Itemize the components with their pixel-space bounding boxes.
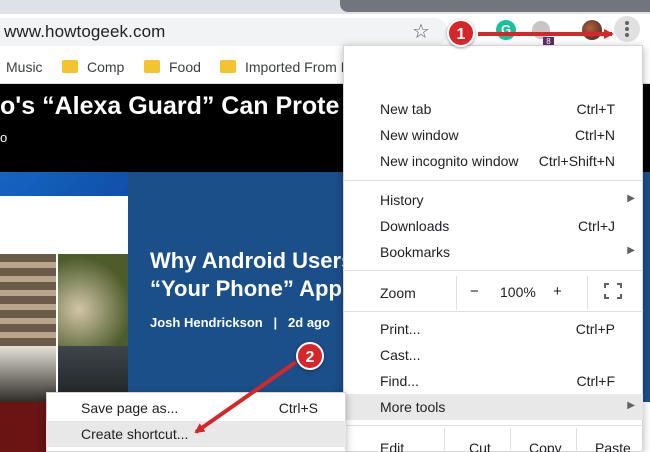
menu-item-cast[interactable]: Cast...	[343, 342, 643, 368]
menu-item-print[interactable]: Print... Ctrl+P	[343, 316, 643, 342]
menu-item-label: Save page as...	[81, 400, 179, 416]
menu-item-label: Bookmarks	[380, 244, 451, 260]
zoom-level: 100%	[500, 284, 536, 300]
cut-label: Cut	[469, 440, 491, 452]
menu-item-find[interactable]: Find... Ctrl+F	[343, 368, 643, 394]
submenu-arrow-icon: ▶	[627, 245, 635, 256]
submenu-arrow-icon: ▶	[627, 193, 635, 204]
menu-item-new-incognito[interactable]: New incognito window Ctrl+Shift+N	[343, 148, 643, 174]
menu-divider	[343, 180, 643, 181]
profile-avatar[interactable]	[582, 20, 602, 40]
menu-shortcut: Ctrl+T	[576, 101, 616, 117]
hero-title[interactable]: “Your Phone” App	[150, 276, 342, 302]
cut-button[interactable]: Cut	[444, 428, 510, 452]
paste-button[interactable]: Paste	[576, 428, 642, 452]
folder-icon	[62, 60, 78, 73]
bookmark-music[interactable]: Music	[6, 59, 43, 75]
menu-item-label: New incognito window	[380, 153, 519, 169]
menu-shortcut: Ctrl+N	[574, 127, 615, 143]
menu-item-save-page[interactable]: Save page as... Ctrl+S	[46, 395, 346, 421]
thumbnail-image[interactable]	[58, 254, 128, 346]
folder-icon	[144, 60, 160, 73]
hero-title[interactable]: Why Android Users	[150, 248, 353, 274]
copy-label: Copy	[529, 440, 562, 452]
thumbnail-image[interactable]	[0, 254, 56, 346]
menu-item-label: Find...	[380, 373, 419, 389]
menu-item-new-tab[interactable]: New tab Ctrl+T	[343, 96, 643, 122]
zoom-out-button[interactable]: −	[470, 283, 479, 300]
thumbnail-image[interactable]	[0, 402, 46, 452]
article-byline: o	[0, 130, 8, 145]
menu-item-label: New window	[380, 127, 459, 143]
copy-button[interactable]: Copy	[510, 428, 576, 452]
menu-item-label: History	[380, 192, 424, 208]
menu-shortcut: Ctrl+Shift+N	[538, 153, 615, 169]
hero-age: 2d ago	[288, 315, 330, 330]
menu-item-label: Print...	[380, 321, 421, 337]
kebab-dot-icon	[625, 33, 629, 37]
step-2-badge: 2	[296, 342, 324, 370]
hero-author[interactable]: Josh Hendrickson	[150, 315, 263, 330]
menu-item-label: Cast...	[380, 347, 421, 363]
paste-label: Paste	[595, 440, 631, 452]
step-1-badge: 1	[447, 19, 475, 47]
grammarly-icon[interactable]: G	[496, 20, 516, 40]
menu-item-downloads[interactable]: Downloads Ctrl+J	[343, 213, 643, 239]
menu-item-bookmarks[interactable]: Bookmarks ▶	[343, 239, 643, 265]
menu-item-label: Downloads	[380, 218, 450, 234]
menu-item-label: More tools	[380, 399, 446, 415]
bookmark-imported[interactable]: Imported From F	[245, 59, 349, 75]
menu-item-more-tools[interactable]: More tools ▶	[343, 394, 643, 420]
edit-label: Edit	[380, 440, 405, 452]
chrome-menu-button[interactable]	[614, 16, 640, 42]
zoom-label: Zoom	[380, 285, 416, 301]
kebab-dot-icon	[625, 27, 629, 31]
menu-item-history[interactable]: History ▶	[343, 187, 643, 213]
hero-image-panel	[0, 196, 128, 254]
fullscreen-icon[interactable]	[604, 283, 622, 299]
kebab-dot-icon	[625, 21, 629, 25]
menu-divider	[343, 425, 643, 426]
menu-item-new-window[interactable]: New window Ctrl+N	[343, 122, 643, 148]
folder-icon	[220, 60, 236, 73]
menu-item-label: New tab	[380, 101, 432, 117]
meta-separator: |	[273, 315, 278, 330]
tab-strip	[340, 0, 650, 12]
bookmark-comp[interactable]: Comp	[87, 59, 124, 75]
menu-shortcut: Ctrl+F	[576, 373, 616, 389]
menu-divider	[343, 270, 643, 271]
submenu-arrow-icon: ▶	[627, 400, 635, 411]
menu-shortcut: Ctrl+S	[278, 400, 318, 416]
hero-meta: Josh Hendrickson | 2d ago	[150, 315, 330, 330]
bookmark-star-icon[interactable]: ☆	[412, 19, 430, 44]
menu-item-create-shortcut[interactable]: Create shortcut...	[46, 421, 346, 447]
menu-shortcut: Ctrl+J	[578, 218, 615, 234]
article-headline[interactable]: o's “Alexa Guard” Can Prote	[0, 92, 339, 121]
url-text[interactable]: www.howtogeek.com	[4, 22, 165, 42]
bookmark-food[interactable]: Food	[169, 59, 201, 75]
zoom-in-button[interactable]: +	[553, 283, 562, 300]
menu-item-label: Create shortcut...	[81, 426, 189, 442]
menu-shortcut: Ctrl+P	[575, 321, 615, 337]
menu-divider	[343, 311, 643, 312]
